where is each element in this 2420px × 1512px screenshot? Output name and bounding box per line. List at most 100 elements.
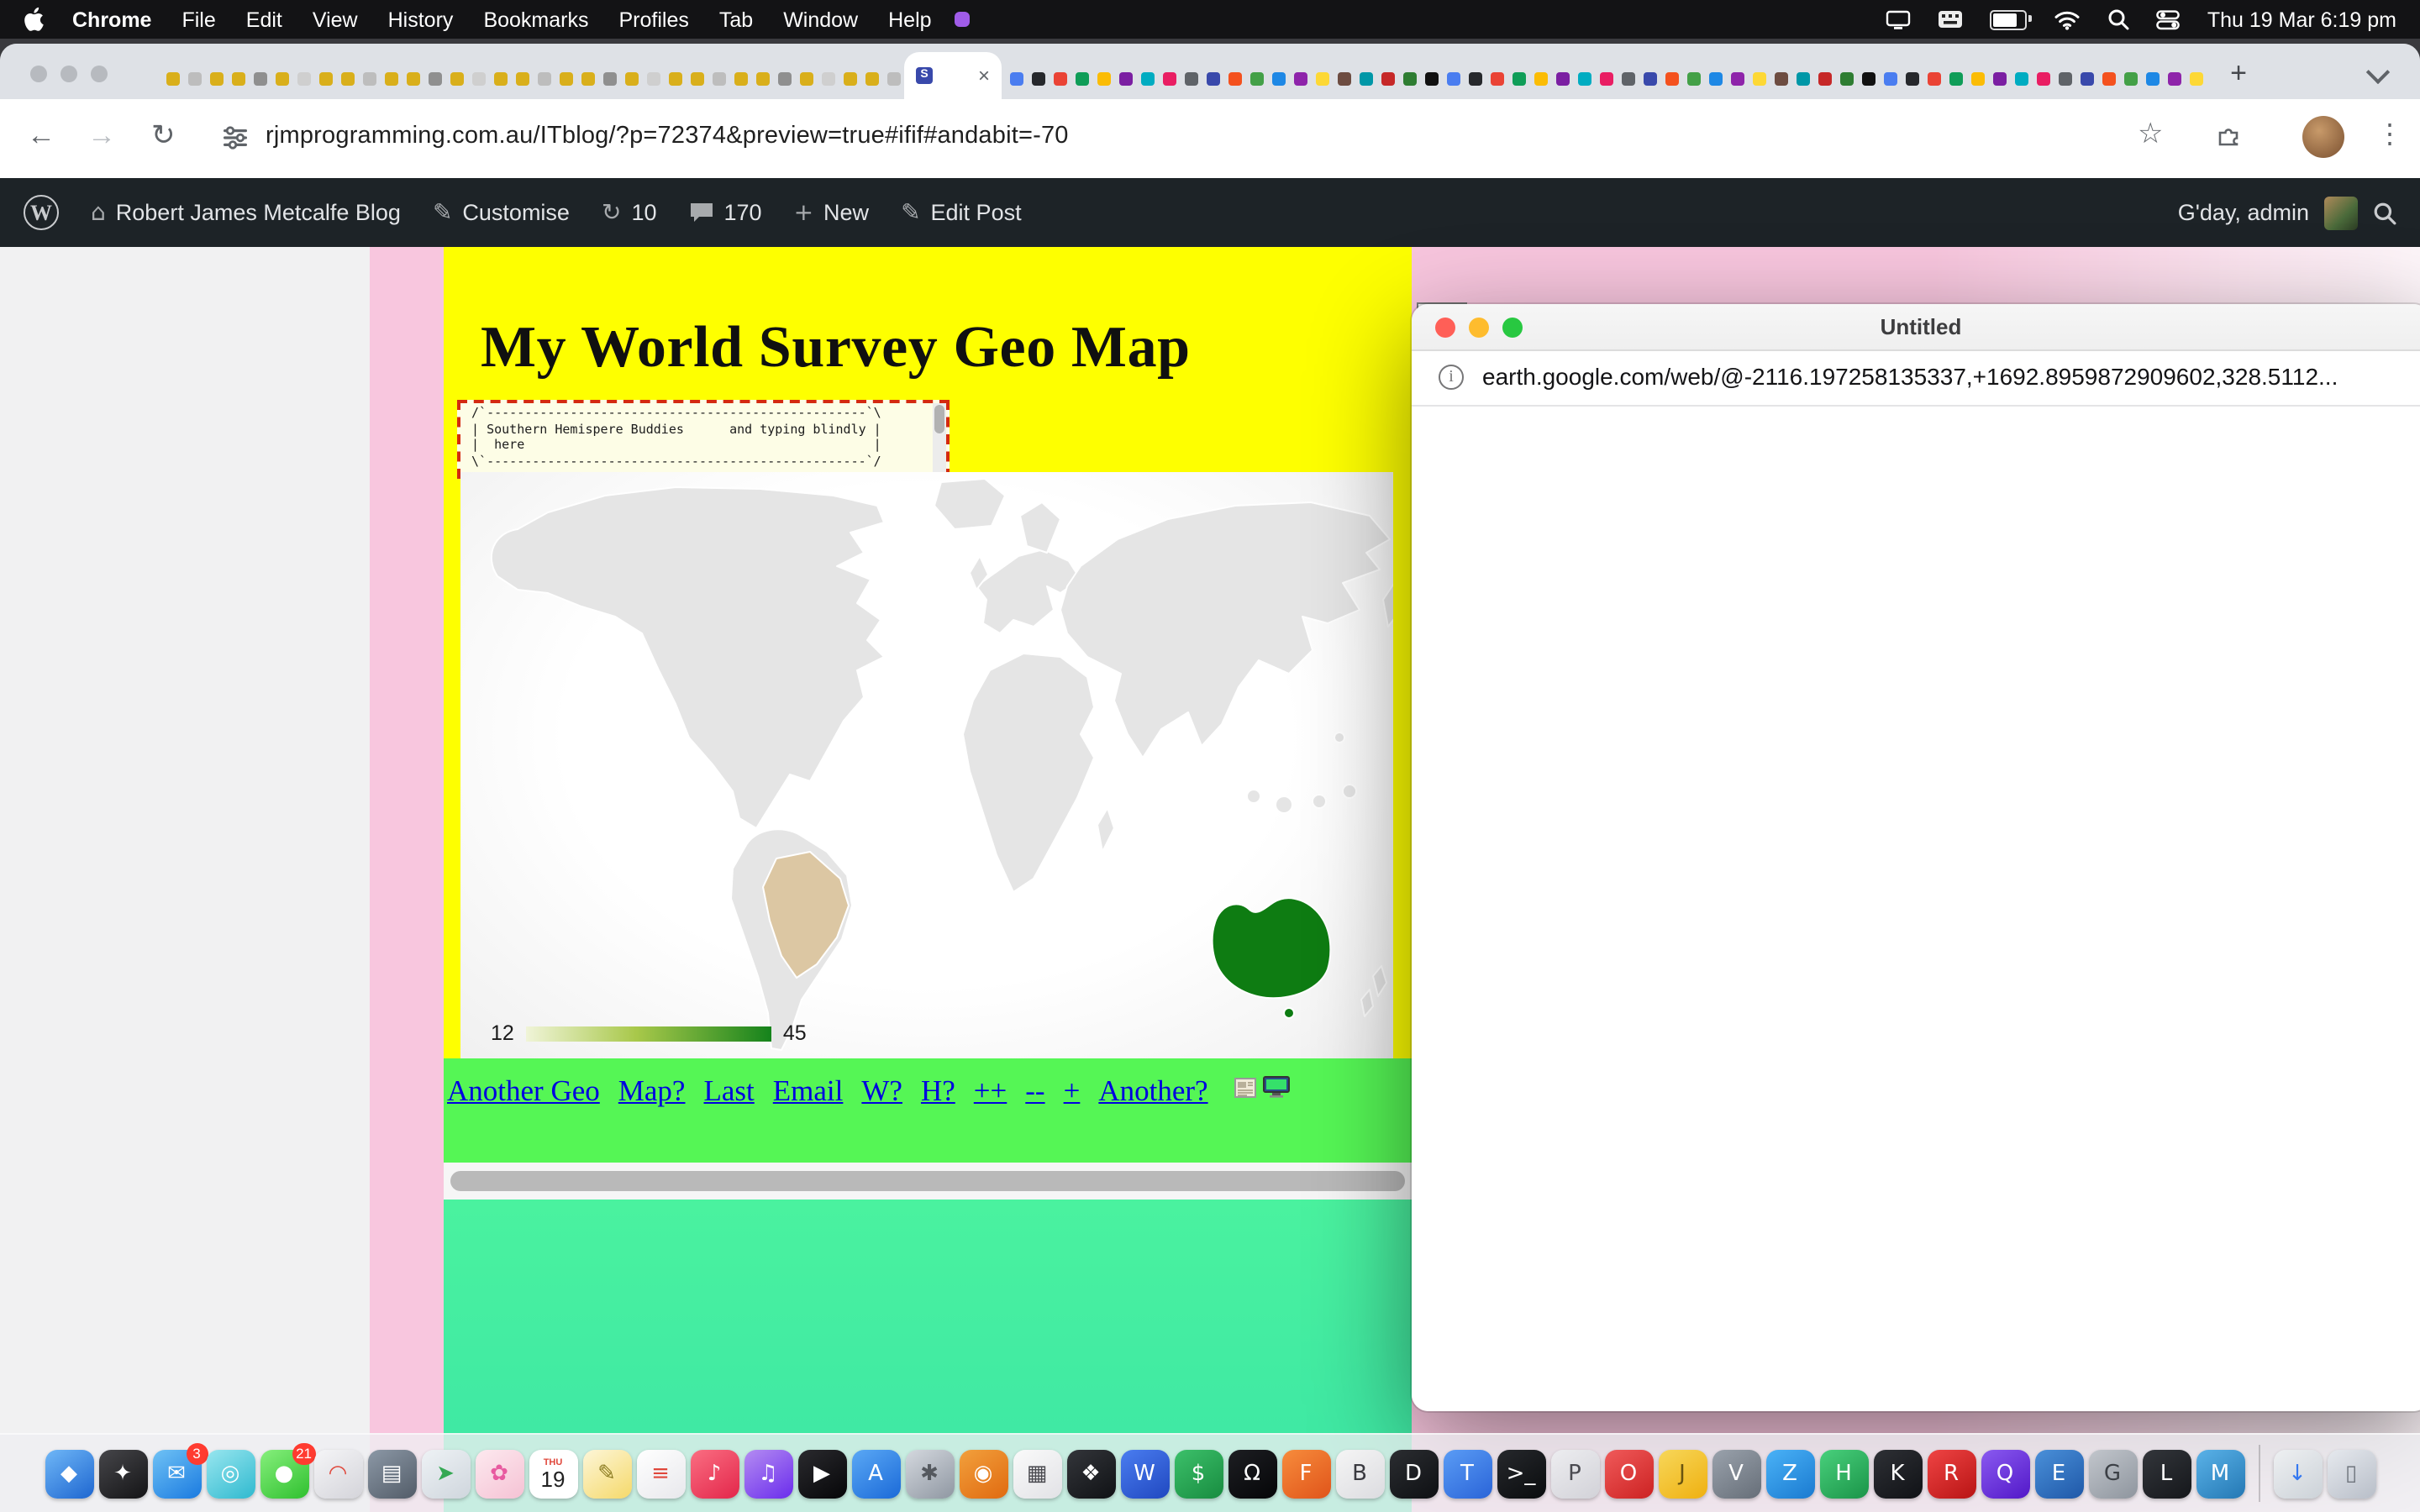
dock-finder-icon[interactable]: ◆	[45, 1449, 93, 1498]
browser-tab[interactable]	[1355, 58, 1376, 98]
link-another-geo[interactable]: Another Geo	[447, 1074, 600, 1109]
dock-downloads-icon[interactable]: ↓	[2273, 1449, 2322, 1498]
browser-tab[interactable]	[402, 58, 424, 98]
dock-app-icon[interactable]: H	[1819, 1449, 1868, 1498]
browser-tab[interactable]	[1114, 58, 1136, 98]
browser-tab[interactable]	[598, 58, 620, 98]
browser-tab[interactable]	[1791, 58, 1813, 98]
dock-messages-icon[interactable]: ●21	[260, 1449, 308, 1498]
wp-new[interactable]: +New	[794, 199, 870, 226]
browser-tab[interactable]	[380, 58, 402, 98]
browser-tab[interactable]	[205, 58, 227, 98]
link-email[interactable]: Email	[773, 1074, 844, 1109]
newspaper-icon[interactable]	[1234, 1076, 1257, 1106]
screen-mirroring-icon[interactable]	[1886, 9, 1912, 29]
ascii-textarea[interactable]: /`--------------------------------------…	[457, 400, 950, 479]
active-tab[interactable]: S ×	[904, 52, 1002, 99]
site-info-icon[interactable]	[222, 124, 249, 160]
browser-tab[interactable]	[1551, 58, 1573, 98]
wp-customise[interactable]: ✎Customise	[433, 199, 570, 226]
info-icon[interactable]: i	[1439, 365, 1464, 390]
dock-music-icon[interactable]: ♪	[690, 1449, 739, 1498]
forward-button[interactable]: →	[87, 119, 116, 153]
browser-tab[interactable]	[358, 58, 380, 98]
dock-app-icon[interactable]: P	[1550, 1449, 1599, 1498]
wp-edit-post[interactable]: ✎Edit Post	[901, 199, 1022, 226]
dock-app-icon[interactable]: E	[2034, 1449, 2083, 1498]
dock-app-icon[interactable]: Ω	[1228, 1449, 1276, 1498]
dock-app-icon[interactable]: ◉	[959, 1449, 1007, 1498]
browser-tab[interactable]	[1529, 58, 1551, 98]
bookmark-star-icon[interactable]: ☆	[2138, 118, 2164, 151]
browser-tab[interactable]	[642, 58, 664, 98]
browser-tab[interactable]	[2032, 58, 2054, 98]
browser-tab[interactable]	[249, 58, 271, 98]
dock-app-icon[interactable]: Z	[1765, 1449, 1814, 1498]
extensions-icon[interactable]	[2215, 123, 2242, 158]
browser-tab[interactable]	[161, 58, 183, 98]
spotlight-search-icon[interactable]	[2108, 8, 2130, 30]
browser-tab[interactable]	[576, 58, 598, 98]
dock-calendar-icon[interactable]: THU19	[529, 1449, 577, 1498]
browser-tab[interactable]	[1660, 58, 1682, 98]
browser-tab[interactable]	[1267, 58, 1289, 98]
dock-app-store-icon[interactable]: A	[851, 1449, 900, 1498]
browser-tab[interactable]	[1464, 58, 1486, 98]
browser-tab[interactable]	[1486, 58, 1507, 98]
browser-tab[interactable]	[1770, 58, 1791, 98]
browser-tab[interactable]	[708, 58, 729, 98]
keyboard-icon[interactable]	[1939, 10, 1964, 29]
browser-tab[interactable]	[2010, 58, 2032, 98]
browser-tab[interactable]	[1289, 58, 1311, 98]
browser-tab[interactable]	[314, 58, 336, 98]
dock-reminders-icon[interactable]: ≡	[636, 1449, 685, 1498]
wp-updates[interactable]: ↻10	[602, 199, 657, 226]
dock-app-icon[interactable]: W	[1120, 1449, 1169, 1498]
world-geo-map[interactable]: 12 45	[460, 472, 1393, 1058]
popup-titlebar[interactable]: Untitled	[1412, 304, 2420, 351]
dock-app-icon[interactable]: Q	[1981, 1449, 2029, 1498]
browser-tab[interactable]	[227, 58, 249, 98]
dock-app-icon[interactable]: ✦	[98, 1449, 147, 1498]
browser-tab[interactable]	[292, 58, 314, 98]
browser-tab[interactable]	[751, 58, 773, 98]
menu-file[interactable]: File	[182, 8, 215, 31]
browser-tab[interactable]	[1333, 58, 1355, 98]
browser-tab[interactable]	[1027, 58, 1049, 98]
menu-profiles[interactable]: Profiles	[619, 8, 689, 31]
dock-app-icon[interactable]: ▤	[367, 1449, 416, 1498]
wp-greeting[interactable]: G'day, admin	[2178, 200, 2309, 225]
dock-app-icon[interactable]: T	[1443, 1449, 1491, 1498]
browser-tab[interactable]	[467, 58, 489, 98]
menu-chrome[interactable]: Chrome	[72, 8, 151, 31]
dock-app-icon[interactable]: ▦	[1013, 1449, 1061, 1498]
dock-app-icon[interactable]: B	[1335, 1449, 1384, 1498]
browser-tab[interactable]	[489, 58, 511, 98]
browser-tab[interactable]	[2163, 58, 2185, 98]
popup-url-row[interactable]: i earth.google.com/web/@-2116.1972581353…	[1412, 351, 2420, 407]
link--[interactable]: --	[1025, 1074, 1044, 1109]
browser-tab[interactable]	[1507, 58, 1529, 98]
browser-tab[interactable]	[1005, 58, 1027, 98]
browser-tab[interactable]	[664, 58, 686, 98]
browser-tab[interactable]	[1398, 58, 1420, 98]
browser-tab[interactable]	[1202, 58, 1223, 98]
browser-tab[interactable]	[1158, 58, 1180, 98]
browser-tab[interactable]	[1049, 58, 1071, 98]
browser-menu-icon[interactable]: ⋮	[2376, 118, 2403, 151]
browser-tab[interactable]	[1136, 58, 1158, 98]
link-last[interactable]: Last	[704, 1074, 755, 1109]
browser-tab[interactable]	[839, 58, 860, 98]
browser-tab[interactable]	[183, 58, 205, 98]
dock-maps-icon[interactable]: ➤	[421, 1449, 470, 1498]
browser-tab[interactable]	[729, 58, 751, 98]
profile-avatar[interactable]	[2302, 116, 2344, 158]
menu-history[interactable]: History	[388, 8, 454, 31]
new-tab-button[interactable]: +	[2218, 54, 2259, 94]
link-w-[interactable]: W?	[861, 1074, 902, 1109]
browser-tab[interactable]	[795, 58, 817, 98]
dock-trash-icon[interactable]: ▯	[2327, 1449, 2375, 1498]
browser-tab[interactable]	[1442, 58, 1464, 98]
dock-terminal-icon[interactable]: >_	[1497, 1449, 1545, 1498]
browser-tab[interactable]	[2054, 58, 2075, 98]
